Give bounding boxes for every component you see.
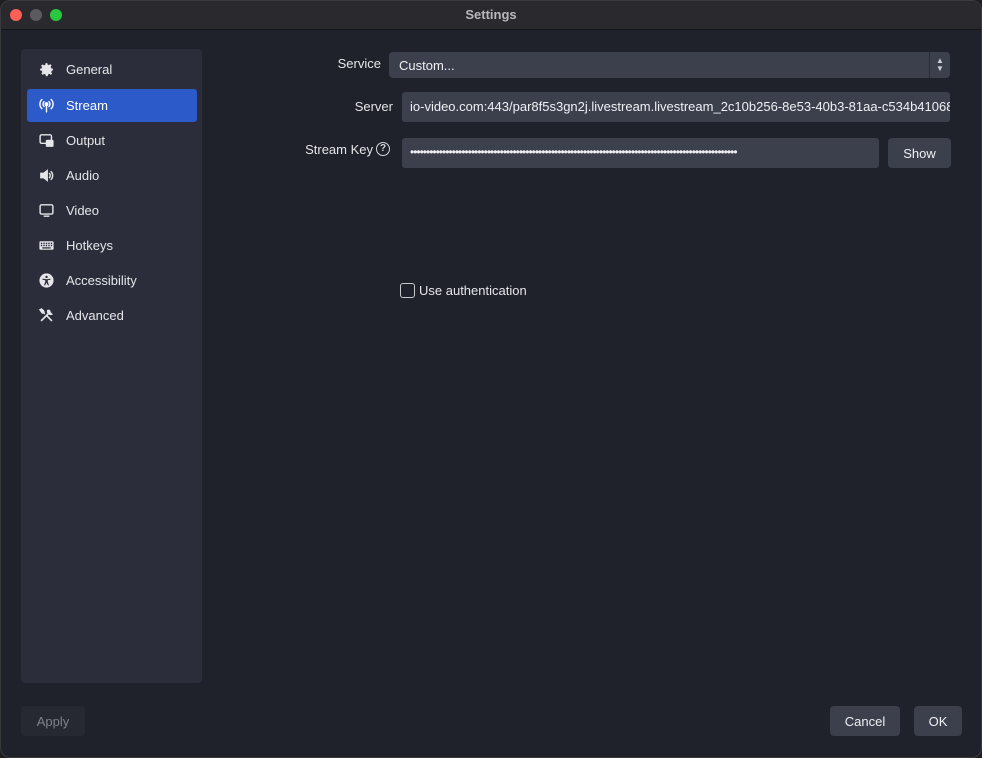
help-icon[interactable]: ? [376, 142, 390, 156]
server-input[interactable]: io-video.com:443/par8f5s3gn2j.livestream… [402, 92, 950, 122]
sidebar-item-video[interactable]: Video [27, 194, 197, 227]
chevron-up-down-icon: ▲ ▼ [929, 52, 950, 78]
sidebar-item-stream[interactable]: Stream [27, 89, 197, 122]
settings-window: Settings General Stream Output Audio Vid… [0, 0, 982, 758]
speaker-icon [37, 167, 55, 185]
antenna-icon [37, 97, 55, 115]
server-label: Server [354, 99, 393, 114]
gear-icon [37, 61, 55, 79]
sidebar-item-general[interactable]: General [27, 53, 197, 86]
service-label: Service [337, 56, 381, 71]
sidebar-item-audio[interactable]: Audio [27, 159, 197, 192]
apply-button[interactable]: Apply [21, 706, 85, 736]
cancel-button[interactable]: Cancel [830, 706, 900, 736]
sidebar-item-output[interactable]: Output [27, 124, 197, 157]
accessibility-icon [37, 272, 55, 290]
sidebar-item-label: Output [66, 133, 106, 148]
window-title: Settings [465, 7, 517, 22]
service-select[interactable]: Custom... ▲ ▼ [389, 52, 950, 78]
stream-key-label: Stream Key [305, 142, 373, 157]
stream-key-input[interactable]: ••••••••••••••••••••••••••••••••••••••••… [402, 138, 879, 168]
ok-button[interactable]: OK [914, 706, 962, 736]
output-icon [37, 132, 55, 150]
sidebar-item-label: Video [66, 203, 100, 218]
sidebar-item-accessibility[interactable]: Accessibility [27, 264, 197, 297]
show-key-button[interactable]: Show [888, 138, 951, 168]
sidebar-item-label: Accessibility [66, 273, 137, 288]
sidebar-item-label: Audio [66, 168, 100, 183]
monitor-icon [37, 202, 55, 220]
service-selected-value: Custom... [399, 58, 455, 73]
tools-icon [37, 307, 55, 325]
title-bar: Settings [1, 1, 981, 30]
settings-sidebar: General Stream Output Audio Video Hotkey… [21, 49, 202, 683]
sidebar-item-label: Hotkeys [66, 238, 113, 253]
sidebar-item-label: General [66, 62, 113, 77]
sidebar-item-advanced[interactable]: Advanced [27, 299, 197, 332]
sidebar-item-label: Stream [66, 98, 108, 113]
sidebar-item-hotkeys[interactable]: Hotkeys [27, 229, 197, 262]
sidebar-item-label: Advanced [66, 308, 124, 323]
keyboard-icon [37, 237, 55, 255]
use-authentication-checkbox[interactable] [400, 283, 415, 298]
use-authentication-label: Use authentication [419, 283, 527, 298]
